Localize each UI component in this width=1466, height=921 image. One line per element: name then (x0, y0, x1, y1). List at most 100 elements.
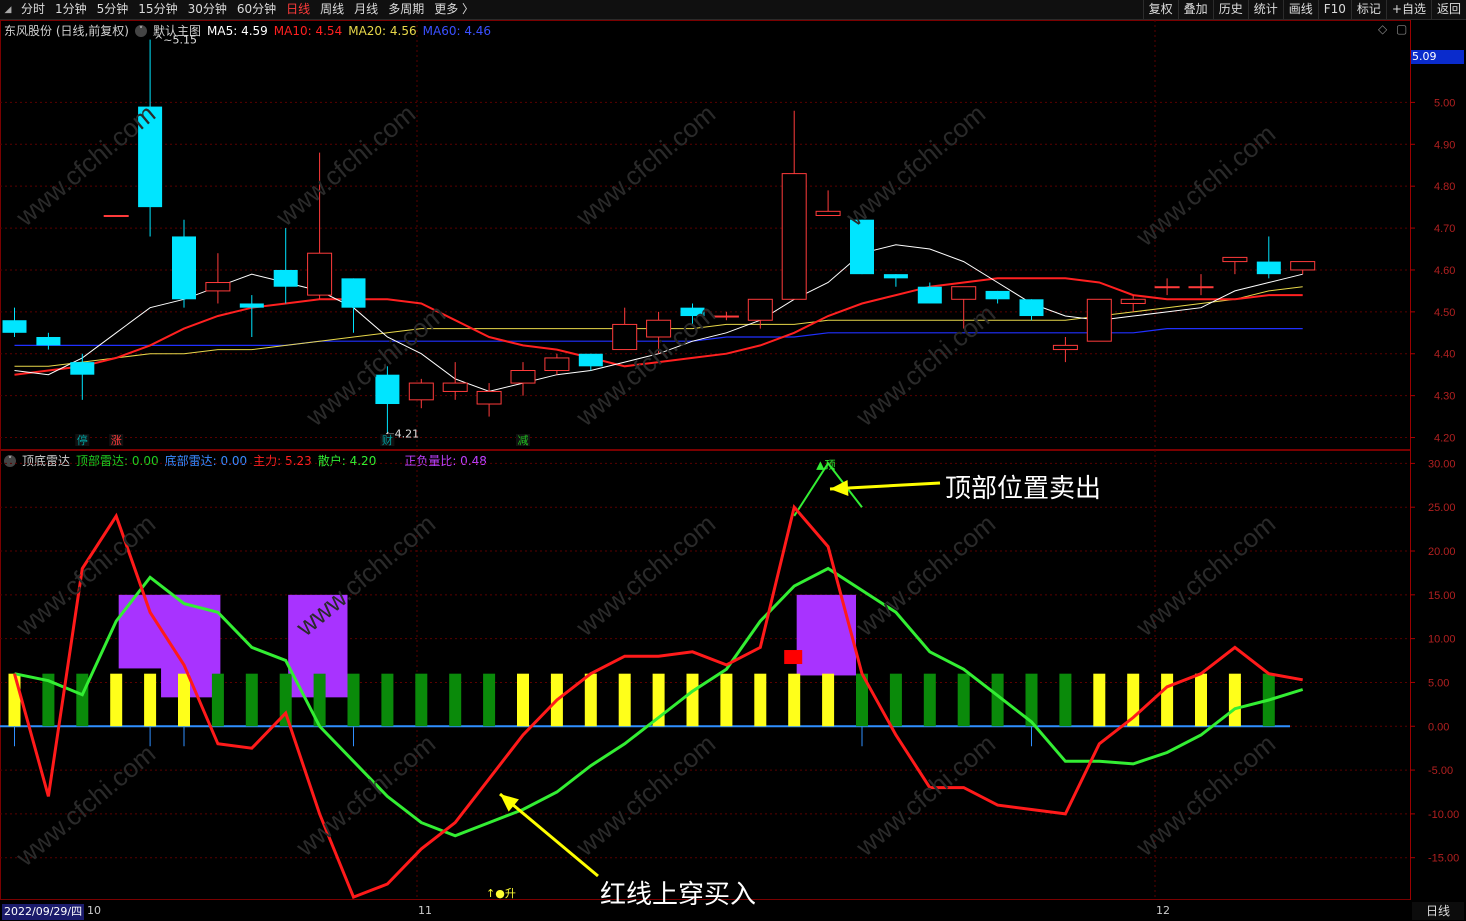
tool-button[interactable]: 历史 (1214, 0, 1248, 19)
y-tick-label: 5.00 (1428, 677, 1449, 689)
period-tab[interactable]: 30分钟 (183, 0, 232, 19)
tool-button[interactable]: 画线 (1284, 0, 1318, 19)
high-marker: ^~5.15 (154, 34, 197, 47)
candle-body (917, 286, 942, 304)
candle-body (985, 290, 1010, 300)
event-tag: 减 (518, 434, 529, 447)
tool-button[interactable]: 返回 (1432, 0, 1466, 19)
tool-button[interactable]: 标记 (1352, 0, 1386, 19)
period-tab[interactable]: 15分钟 (133, 0, 182, 19)
candle-body (510, 370, 536, 384)
y-tick-label: -15.00 (1428, 853, 1459, 865)
candle-body (341, 278, 366, 308)
signal-bar (110, 673, 123, 727)
signal-bar (144, 673, 157, 727)
y-tick-label: 4.40 (1434, 349, 1455, 361)
tool-button[interactable]: F10 (1319, 0, 1351, 19)
y-tick-label: 4.20 (1434, 433, 1455, 445)
sell-annotation: 顶部位置卖出 (945, 474, 1102, 504)
y-tick-label: 5.00 (1434, 97, 1455, 109)
candle-body (307, 252, 333, 296)
signal-bar (8, 673, 21, 727)
period-label[interactable]: 日线 (1412, 902, 1464, 920)
menu-arrow-icon[interactable]: ◢ (0, 0, 16, 19)
candle-body (1222, 256, 1248, 263)
candle-body (883, 274, 908, 279)
y-tick-label: 4.90 (1434, 139, 1455, 151)
signal-bar (618, 673, 631, 727)
signal-bar (1195, 673, 1207, 727)
signal-bar (1161, 673, 1174, 727)
period-tab[interactable]: 周线 (315, 0, 349, 19)
y-tick-label: 25.00 (1428, 502, 1456, 514)
candle-body (103, 215, 129, 218)
candle-body (1154, 286, 1180, 289)
period-tabs: ◢ 分时 1分钟 5分钟 15分钟 30分钟 60分钟 日线 周线 月线 多周期 更多 〉 (0, 0, 479, 19)
signal-bar (957, 673, 970, 727)
y-tick-label: 20.00 (1428, 546, 1456, 558)
tool-button[interactable]: +自选 (1387, 0, 1431, 19)
signal-bar (347, 673, 360, 727)
period-tab[interactable]: 多周期 (383, 0, 429, 19)
date-nov: 11 (418, 904, 432, 917)
indicator-chart[interactable]: 30.00 25.00 20.00 15.00 10.00 5.00 0.00 -5.00 -1… (0, 450, 1466, 900)
tool-button[interactable]: 复权 (1144, 0, 1178, 19)
y-tick-label: 4.50 (1434, 307, 1455, 319)
y-tick-label: 4.70 (1434, 223, 1455, 235)
tool-button[interactable]: 统计 (1249, 0, 1283, 19)
candle-body (951, 286, 977, 300)
y-tick-label: 4.60 (1434, 265, 1455, 277)
event-tag: 停 (77, 433, 88, 447)
top-toolbar: ◢ 分时 1分钟 5分钟 15分钟 30分钟 60分钟 日线 周线 月线 多周期 更多 〉 复权 叠加… (0, 0, 1466, 20)
y-tick-label: 4.80 (1434, 181, 1455, 193)
candlestick-chart[interactable]: 5.00 4.90 4.80 4.70 4.60 4.50 4.40 4.30 4.20 ^~5.… (0, 20, 1466, 450)
candle-body (612, 323, 638, 351)
start-date: 2022/09/29/四 (2, 904, 85, 920)
signal-square (784, 650, 803, 665)
candle-body (1290, 261, 1316, 271)
signal-bar (449, 673, 462, 727)
signal-bar (381, 673, 394, 727)
candle-body (476, 390, 502, 405)
candle-body (2, 320, 27, 333)
signal-bar (923, 673, 936, 727)
period-tab[interactable]: 60分钟 (232, 0, 281, 19)
y-tick-label: -10.00 (1428, 809, 1459, 821)
candle-body (36, 336, 61, 346)
signal-bar (1093, 673, 1106, 727)
signal-bar (720, 673, 733, 727)
signal-bar (483, 673, 496, 727)
candle-body (781, 173, 807, 300)
candle-body (239, 303, 264, 308)
tool-button[interactable]: 叠加 (1179, 0, 1213, 19)
period-tab[interactable]: 1分钟 (50, 0, 92, 19)
candle-body (205, 282, 231, 292)
signal-bar (1059, 673, 1072, 727)
period-tab[interactable]: 月线 (349, 0, 383, 19)
period-tab[interactable]: 5分钟 (92, 0, 134, 19)
candle-body (578, 353, 603, 367)
signal-bar (211, 673, 224, 727)
period-tab[interactable]: 日线 (281, 0, 315, 19)
signal-bar (788, 673, 801, 727)
candle-body (273, 269, 298, 287)
date-dec: 12 (1156, 904, 1170, 917)
event-tag: 涨 (111, 434, 122, 447)
candle-body (1052, 344, 1078, 351)
bottom-signal-text: ↑●升 (486, 887, 516, 900)
buy-annotation: 红线上穿买入 (600, 880, 757, 910)
signal-bar (517, 673, 529, 727)
tool-buttons: 复权 叠加 历史 统计 画线 F10 标记 +自选 返回 (1142, 0, 1466, 19)
top-signal-text: ▲顶 (816, 458, 835, 471)
candle-body (172, 236, 196, 300)
candle-body (1120, 298, 1146, 304)
candle-body (1086, 298, 1112, 342)
signal-bar (584, 673, 597, 727)
period-tab[interactable]: 分时 (16, 0, 50, 19)
candle-body (747, 298, 773, 321)
period-tab[interactable]: 更多 〉 (429, 0, 479, 19)
main-frame (0, 20, 1411, 450)
signal-bar (754, 673, 767, 727)
signal-bar (245, 673, 258, 727)
date-oct: 10 (87, 904, 101, 917)
